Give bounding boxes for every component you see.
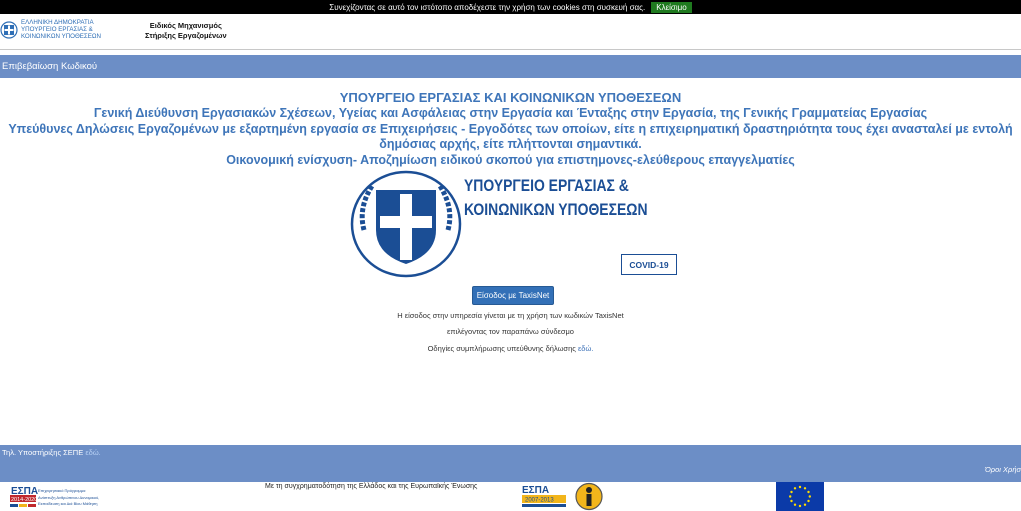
ministry-logo[interactable]: ΕΛΛΗΝΙΚΗ ΔΗΜΟΚΡΑΤΙΑ ΥΠΟΥΡΓΕΙΟ ΕΡΓΑΣΙΑΣ &…	[0, 19, 101, 40]
main-headings: ΥΠΟΥΡΓΕΙΟ ΕΡΓΑΣΙΑΣ ΚΑΙ ΚΟΙΝΩΝΙΚΩΝ ΥΠΟΘΕΣ…	[0, 90, 1021, 168]
info-line2: επιλέγοντας τον παραπάνω σύνδεσμο	[447, 327, 574, 336]
ministry-logo-text: ΕΛΛΗΝΙΚΗ ΔΗΜΟΚΡΑΤΙΑ ΥΠΟΥΡΓΕΙΟ ΕΡΓΑΣΙΑΣ &…	[21, 19, 101, 40]
heading-directorate: Γενική Διεύθυνση Εργασιακών Σχέσεων, Υγε…	[93, 106, 928, 120]
espa-2007-2013-logo: ΕΣΠΑ 2007-2013	[522, 485, 566, 507]
terms-link[interactable]: Όροι Χρήσ	[985, 465, 1021, 474]
banner-line2: ΚΟΙΝΩΝΙΚΩΝ ΥΠΟΘΕΣΕΩΝ	[464, 200, 648, 219]
heading-compensation: Οικονομική ενίσχυση- Αποζημίωση ειδικού …	[226, 152, 795, 167]
heading-declarations: Υπεύθυνες Δηλώσεις Εργαζομένων με εξαρτη…	[8, 121, 1013, 152]
greek-emblem-icon	[0, 20, 18, 39]
info-line3-text: Οδηγίες συμπλήρωσης υπεύθυνης δήλωσης	[427, 344, 576, 353]
program-title-line1: Ειδικός Μηχανισμός	[149, 21, 222, 30]
logo-line: ΚΟΙΝΩΝΙΚΩΝ ΥΠΟΘΕΣΕΩΝ	[21, 33, 101, 40]
espa1-text-line: Εκπαίδευση και Διά Βίου Μάθηση	[38, 501, 97, 506]
espa1-text-line: Επιχειρησιακό Πρόγραμμα	[38, 488, 86, 493]
espa2-title: ΕΣΠΑ	[522, 485, 549, 496]
header: ΕΛΛΗΝΙΚΗ ΔΗΜΟΚΡΑΤΙΑ ΥΠΟΥΡΓΕΙΟ ΕΡΓΑΣΙΑΣ &…	[0, 14, 1021, 50]
covid-badge: COVID-19	[621, 254, 677, 275]
program-title-line2: Στήριξης Εργαζομένων	[145, 31, 227, 40]
banner-line1: ΥΠΟΥΡΓΕΙΟ ΕΡΓΑΣΙΑΣ &	[464, 176, 629, 195]
logo-line: ΥΠΟΥΡΓΕΙΟ ΕΡΓΑΣΙΑΣ &	[21, 26, 93, 33]
support-phone: Τηλ. Υποστήριξης ΣΕΠΕ εδώ.	[2, 448, 101, 457]
subheader-bar: Επιβεβαίωση Κωδικού	[0, 55, 1021, 78]
ministry-covid-banner: ΥΠΟΥΡΓΕΙΟ ΕΡΓΑΣΙΑΣ & ΚΟΙΝΩΝΙΚΩΝ ΥΠΟΘΕΣΕΩ…	[348, 168, 677, 280]
info-line3: Οδηγίες συμπλήρωσης υπεύθυνης δήλωσης εδ…	[0, 344, 1021, 353]
espa1-years: 2014-2020	[11, 497, 37, 503]
espa2-years: 2007-2013	[525, 498, 554, 504]
instructions-link[interactable]: εδώ.	[578, 344, 593, 353]
support-link[interactable]: εδώ.	[85, 448, 100, 457]
logo-line: ΕΛΛΗΝΙΚΗ ΔΗΜΟΚΡΑΤΙΑ	[21, 19, 94, 26]
cofunding-text: Με τη συγχρηματοδότηση της Ελλάδος και τ…	[265, 483, 478, 490]
eu-flag-icon	[776, 482, 824, 511]
cookie-bar: Συνεχίζοντας σε αυτό τον ιστότοπο αποδέχ…	[0, 0, 1021, 14]
sponsor-strip: ΕΣΠΑ 2014-2020 Επιχειρησιακό Πρόγραμμα Α…	[0, 482, 1021, 511]
greek-coat-of-arms-icon	[350, 170, 462, 278]
page-title: Επιβεβαίωση Κωδικού	[2, 61, 98, 72]
cookie-text: Συνεχίζοντας σε αυτό τον ιστότοπο αποδέχ…	[329, 2, 646, 12]
support-label: Τηλ. Υποστήριξης ΣΕΠΕ	[2, 448, 84, 457]
taxisnet-login-button[interactable]: Είσοδος με TaxisNet	[472, 286, 554, 305]
heading-ministry: ΥΠΟΥΡΓΕΙΟ ΕΡΓΑΣΙΑΣ ΚΑΙ ΚΟΙΝΩΝΙΚΩΝ ΥΠΟΘΕΣ…	[339, 90, 682, 105]
info-line1: Η είσοδος στην υπηρεσία γίνεται με τη χρ…	[397, 311, 624, 320]
info-person-logo	[575, 482, 603, 511]
program-title: Ειδικός Μηχανισμός Στήριξης Εργαζομένων	[145, 21, 227, 41]
footer-bar: Τηλ. Υποστήριξης ΣΕΠΕ εδώ. Όροι Χρήσ	[0, 445, 1021, 482]
espa1-text-line: Ανάπτυξη Ανθρώπινου Δυναμικού,	[38, 495, 99, 500]
espa-2014-2020-logo: ΕΣΠΑ 2014-2020 Επιχειρησιακό Πρόγραμμα Α…	[10, 484, 120, 510]
cookie-close-button[interactable]: Κλείσιμο	[651, 1, 692, 13]
